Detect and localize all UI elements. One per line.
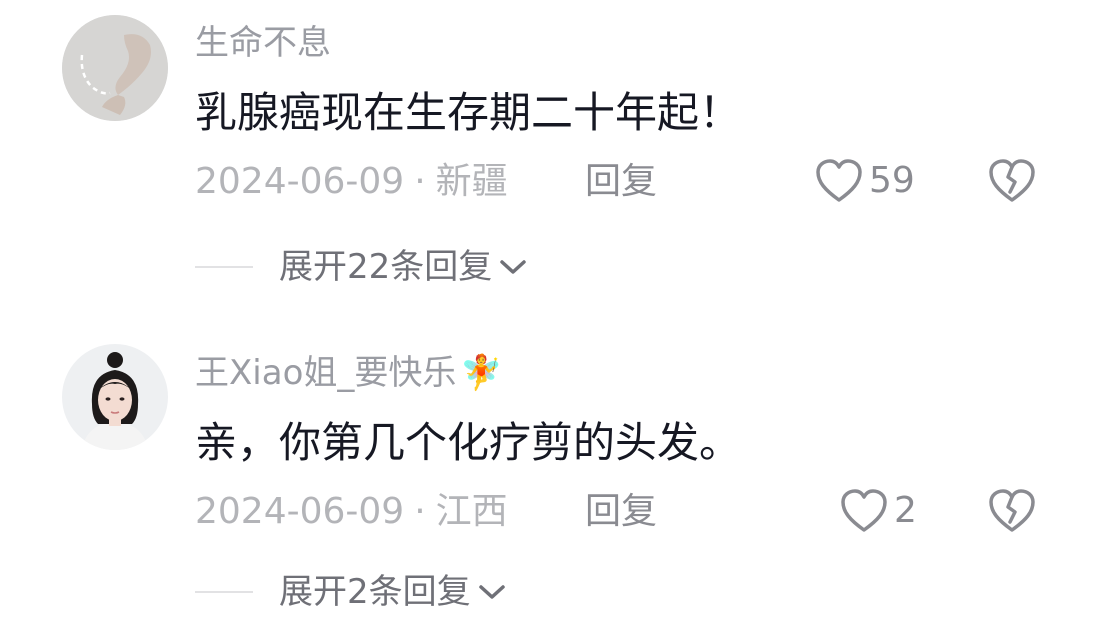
fairy-emoji-icon: 🧚 — [460, 353, 503, 393]
comment-location: 江西 — [435, 491, 508, 532]
expand-divider — [195, 591, 253, 593]
comment-location: 新疆 — [435, 161, 508, 202]
comment-item: 生命不息 乳腺癌现在生存期二十年起！ 2024-06-09 · 新疆 回复 59 展… — [0, 0, 1102, 310]
like-count: 2 — [894, 490, 917, 531]
like-count: 59 — [869, 160, 915, 201]
hand-heart-avatar-icon — [62, 15, 168, 121]
like-button[interactable]: 2 — [840, 488, 917, 534]
comment-text: 亲，你第几个化疗剪的头发。 — [195, 418, 742, 467]
heart-icon — [816, 159, 862, 202]
avatar[interactable] — [62, 15, 168, 121]
comment-date: 2024-06-09 — [195, 491, 405, 532]
broken-heart-icon — [989, 159, 1035, 202]
comment-meta: 2024-06-09 · 新疆 — [195, 164, 508, 200]
meta-separator: · — [414, 161, 426, 202]
comment-date: 2024-06-09 — [195, 161, 405, 202]
comment-item: 王Xiao姐_要快乐 🧚 亲，你第几个化疗剪的头发。 2024-06-09 · 江西 … — [0, 330, 1102, 640]
avatar[interactable] — [62, 344, 168, 450]
girl-portrait-avatar-icon — [62, 344, 168, 450]
heart-icon — [841, 489, 887, 532]
expand-divider — [195, 266, 253, 268]
reply-button[interactable]: 回复 — [585, 164, 657, 200]
chevron-down-icon — [478, 585, 505, 599]
expand-replies-label: 展开2条回复 — [279, 572, 471, 612]
expand-replies-button[interactable]: 展开22条回复 — [195, 250, 528, 284]
comment-text: 乳腺癌现在生存期二十年起！ — [195, 88, 742, 137]
dislike-button[interactable] — [988, 158, 1036, 208]
like-button[interactable]: 59 — [815, 158, 915, 204]
username[interactable]: 王Xiao姐_要快乐 🧚 — [195, 356, 503, 390]
dislike-button[interactable] — [988, 488, 1036, 538]
username-text: 王Xiao姐_要快乐 — [195, 353, 457, 393]
broken-heart-icon — [989, 489, 1035, 532]
comment-meta: 2024-06-09 · 江西 — [195, 494, 508, 530]
expand-replies-label: 展开22条回复 — [279, 247, 493, 287]
username[interactable]: 生命不息 — [195, 26, 331, 60]
chevron-down-icon — [500, 260, 527, 274]
meta-separator: · — [414, 491, 426, 532]
expand-replies-button[interactable]: 展开2条回复 — [195, 575, 507, 609]
reply-button[interactable]: 回复 — [585, 494, 657, 530]
